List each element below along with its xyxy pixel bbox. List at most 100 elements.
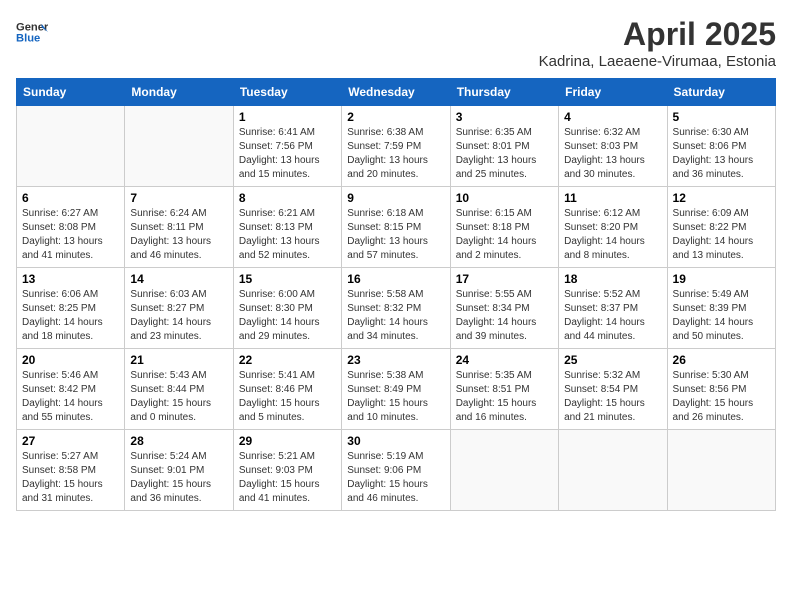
day-info: Sunrise: 6:06 AMSunset: 8:25 PMDaylight:… (22, 288, 119, 344)
day-number: 20 (22, 353, 119, 367)
day-number: 12 (673, 191, 770, 205)
day-info: Sunrise: 5:49 AMSunset: 8:39 PMDaylight:… (673, 288, 770, 344)
calendar-cell: 27 Sunrise: 5:27 AMSunset: 8:58 PMDayligh… (17, 430, 125, 511)
day-info: Sunrise: 6:03 AMSunset: 8:27 PMDaylight:… (130, 288, 227, 344)
day-info: Sunrise: 5:32 AMSunset: 8:54 PMDaylight:… (564, 369, 661, 425)
calendar-cell: 25 Sunrise: 5:32 AMSunset: 8:54 PMDayligh… (559, 349, 667, 430)
day-number: 14 (130, 272, 227, 286)
calendar-cell: 29Sunrise: 5:21 AMSunset: 9:03 PMDayligh… (233, 430, 341, 511)
day-info: Sunrise: 6:35 AMSunset: 8:01 PMDaylight:… (456, 126, 553, 182)
day-of-week-header: Saturday (667, 79, 775, 106)
day-info: Sunrise: 6:38 AMSunset: 7:59 PMDaylight:… (347, 126, 444, 182)
logo-icon: General Blue (16, 16, 48, 48)
day-info: Sunrise: 5:46 AMSunset: 8:42 PMDaylight:… (22, 369, 119, 425)
day-info: Sunrise: 5:19 AMSunset: 9:06 PMDaylight:… (347, 450, 444, 506)
day-info: Sunrise: 6:09 AMSunset: 8:22 PMDaylight:… (673, 207, 770, 263)
day-number: 13 (22, 272, 119, 286)
day-number: 3 (456, 110, 553, 124)
day-info: Sunrise: 6:12 AMSunset: 8:20 PMDaylight:… (564, 207, 661, 263)
day-info: Sunrise: 6:24 AMSunset: 8:11 PMDaylight:… (130, 207, 227, 263)
day-info: Sunrise: 6:30 AMSunset: 8:06 PMDaylight:… (673, 126, 770, 182)
day-number: 24 (456, 353, 553, 367)
calendar-cell: 20 Sunrise: 5:46 AMSunset: 8:42 PMDayligh… (17, 349, 125, 430)
day-info: Sunrise: 5:38 AMSunset: 8:49 PMDaylight:… (347, 369, 444, 425)
day-number: 4 (564, 110, 661, 124)
day-number: 23 (347, 353, 444, 367)
calendar-week-row: 13 Sunrise: 6:06 AMSunset: 8:25 PMDayligh… (17, 268, 776, 349)
calendar-week-row: 6 Sunrise: 6:27 AMSunset: 8:08 PMDaylight… (17, 187, 776, 268)
day-info: Sunrise: 6:00 AMSunset: 8:30 PMDaylight:… (239, 288, 336, 344)
day-info: Sunrise: 6:32 AMSunset: 8:03 PMDaylight:… (564, 126, 661, 182)
calendar-cell: 30 Sunrise: 5:19 AMSunset: 9:06 PMDayligh… (342, 430, 450, 511)
calendar-cell: 18 Sunrise: 5:52 AMSunset: 8:37 PMDayligh… (559, 268, 667, 349)
header: General Blue April 2025 Kadrina, Laeaene… (16, 16, 776, 70)
day-number: 17 (456, 272, 553, 286)
calendar-cell (450, 430, 558, 511)
day-number: 7 (130, 191, 227, 205)
day-number: 5 (673, 110, 770, 124)
calendar-cell: 15Sunrise: 6:00 AMSunset: 8:30 PMDayligh… (233, 268, 341, 349)
calendar-cell: 21 Sunrise: 5:43 AMSunset: 8:44 PMDayligh… (125, 349, 233, 430)
day-number: 16 (347, 272, 444, 286)
month-title: April 2025 (539, 16, 776, 53)
day-of-week-header: Thursday (450, 79, 558, 106)
day-info: Sunrise: 5:58 AMSunset: 8:32 PMDaylight:… (347, 288, 444, 344)
day-info: Sunrise: 6:27 AMSunset: 8:08 PMDaylight:… (22, 207, 119, 263)
calendar-cell: 13 Sunrise: 6:06 AMSunset: 8:25 PMDayligh… (17, 268, 125, 349)
day-info: Sunrise: 5:24 AMSunset: 9:01 PMDaylight:… (130, 450, 227, 506)
calendar-week-row: 1 Sunrise: 6:41 AMSunset: 7:56 PMDaylight… (17, 106, 776, 187)
calendar-cell: 14 Sunrise: 6:03 AMSunset: 8:27 PMDayligh… (125, 268, 233, 349)
day-number: 1 (239, 110, 336, 124)
day-of-week-header: Friday (559, 79, 667, 106)
calendar-cell (559, 430, 667, 511)
day-info: Sunrise: 5:43 AMSunset: 8:44 PMDaylight:… (130, 369, 227, 425)
title-area: April 2025 Kadrina, Laeaene-Virumaa, Est… (539, 16, 776, 70)
calendar-cell: 24Sunrise: 5:35 AMSunset: 8:51 PMDayligh… (450, 349, 558, 430)
day-number: 22 (239, 353, 336, 367)
day-info: Sunrise: 5:21 AMSunset: 9:03 PMDaylight:… (239, 450, 336, 506)
day-info: Sunrise: 5:52 AMSunset: 8:37 PMDaylight:… (564, 288, 661, 344)
calendar-week-row: 27 Sunrise: 5:27 AMSunset: 8:58 PMDayligh… (17, 430, 776, 511)
day-number: 28 (130, 434, 227, 448)
day-info: Sunrise: 5:27 AMSunset: 8:58 PMDaylight:… (22, 450, 119, 506)
svg-text:Blue: Blue (16, 33, 40, 45)
day-info: Sunrise: 6:21 AMSunset: 8:13 PMDaylight:… (239, 207, 336, 263)
day-number: 25 (564, 353, 661, 367)
calendar-cell: 12 Sunrise: 6:09 AMSunset: 8:22 PMDayligh… (667, 187, 775, 268)
day-info: Sunrise: 6:18 AMSunset: 8:15 PMDaylight:… (347, 207, 444, 263)
calendar-header-row: SundayMondayTuesdayWednesdayThursdayFrid… (17, 79, 776, 106)
calendar-cell (17, 106, 125, 187)
day-number: 21 (130, 353, 227, 367)
day-info: Sunrise: 5:41 AMSunset: 8:46 PMDaylight:… (239, 369, 336, 425)
day-of-week-header: Wednesday (342, 79, 450, 106)
calendar-cell: 17 Sunrise: 5:55 AMSunset: 8:34 PMDayligh… (450, 268, 558, 349)
day-number: 9 (347, 191, 444, 205)
calendar-cell: 26Sunrise: 5:30 AMSunset: 8:56 PMDayligh… (667, 349, 775, 430)
day-number: 18 (564, 272, 661, 286)
calendar-cell: 2 Sunrise: 6:38 AMSunset: 7:59 PMDaylight… (342, 106, 450, 187)
calendar-cell: 10Sunrise: 6:15 AMSunset: 8:18 PMDayligh… (450, 187, 558, 268)
day-number: 30 (347, 434, 444, 448)
calendar-cell: 3 Sunrise: 6:35 AMSunset: 8:01 PMDaylight… (450, 106, 558, 187)
day-number: 11 (564, 191, 661, 205)
calendar-cell: 23 Sunrise: 5:38 AMSunset: 8:49 PMDayligh… (342, 349, 450, 430)
location-subtitle: Kadrina, Laeaene-Virumaa, Estonia (539, 53, 776, 70)
calendar-cell: 19Sunrise: 5:49 AMSunset: 8:39 PMDayligh… (667, 268, 775, 349)
calendar-table: SundayMondayTuesdayWednesdayThursdayFrid… (16, 78, 776, 511)
calendar-cell (125, 106, 233, 187)
day-number: 27 (22, 434, 119, 448)
day-number: 2 (347, 110, 444, 124)
day-number: 26 (673, 353, 770, 367)
calendar-cell: 6 Sunrise: 6:27 AMSunset: 8:08 PMDaylight… (17, 187, 125, 268)
day-info: Sunrise: 6:41 AMSunset: 7:56 PMDaylight:… (239, 126, 336, 182)
day-info: Sunrise: 6:15 AMSunset: 8:18 PMDaylight:… (456, 207, 553, 263)
day-info: Sunrise: 5:55 AMSunset: 8:34 PMDaylight:… (456, 288, 553, 344)
day-of-week-header: Tuesday (233, 79, 341, 106)
logo: General Blue (16, 16, 48, 48)
calendar-week-row: 20 Sunrise: 5:46 AMSunset: 8:42 PMDayligh… (17, 349, 776, 430)
calendar-cell: 8Sunrise: 6:21 AMSunset: 8:13 PMDaylight… (233, 187, 341, 268)
calendar-cell: 1 Sunrise: 6:41 AMSunset: 7:56 PMDaylight… (233, 106, 341, 187)
calendar-cell: 5 Sunrise: 6:30 AMSunset: 8:06 PMDaylight… (667, 106, 775, 187)
calendar-cell: 28 Sunrise: 5:24 AMSunset: 9:01 PMDayligh… (125, 430, 233, 511)
day-number: 6 (22, 191, 119, 205)
